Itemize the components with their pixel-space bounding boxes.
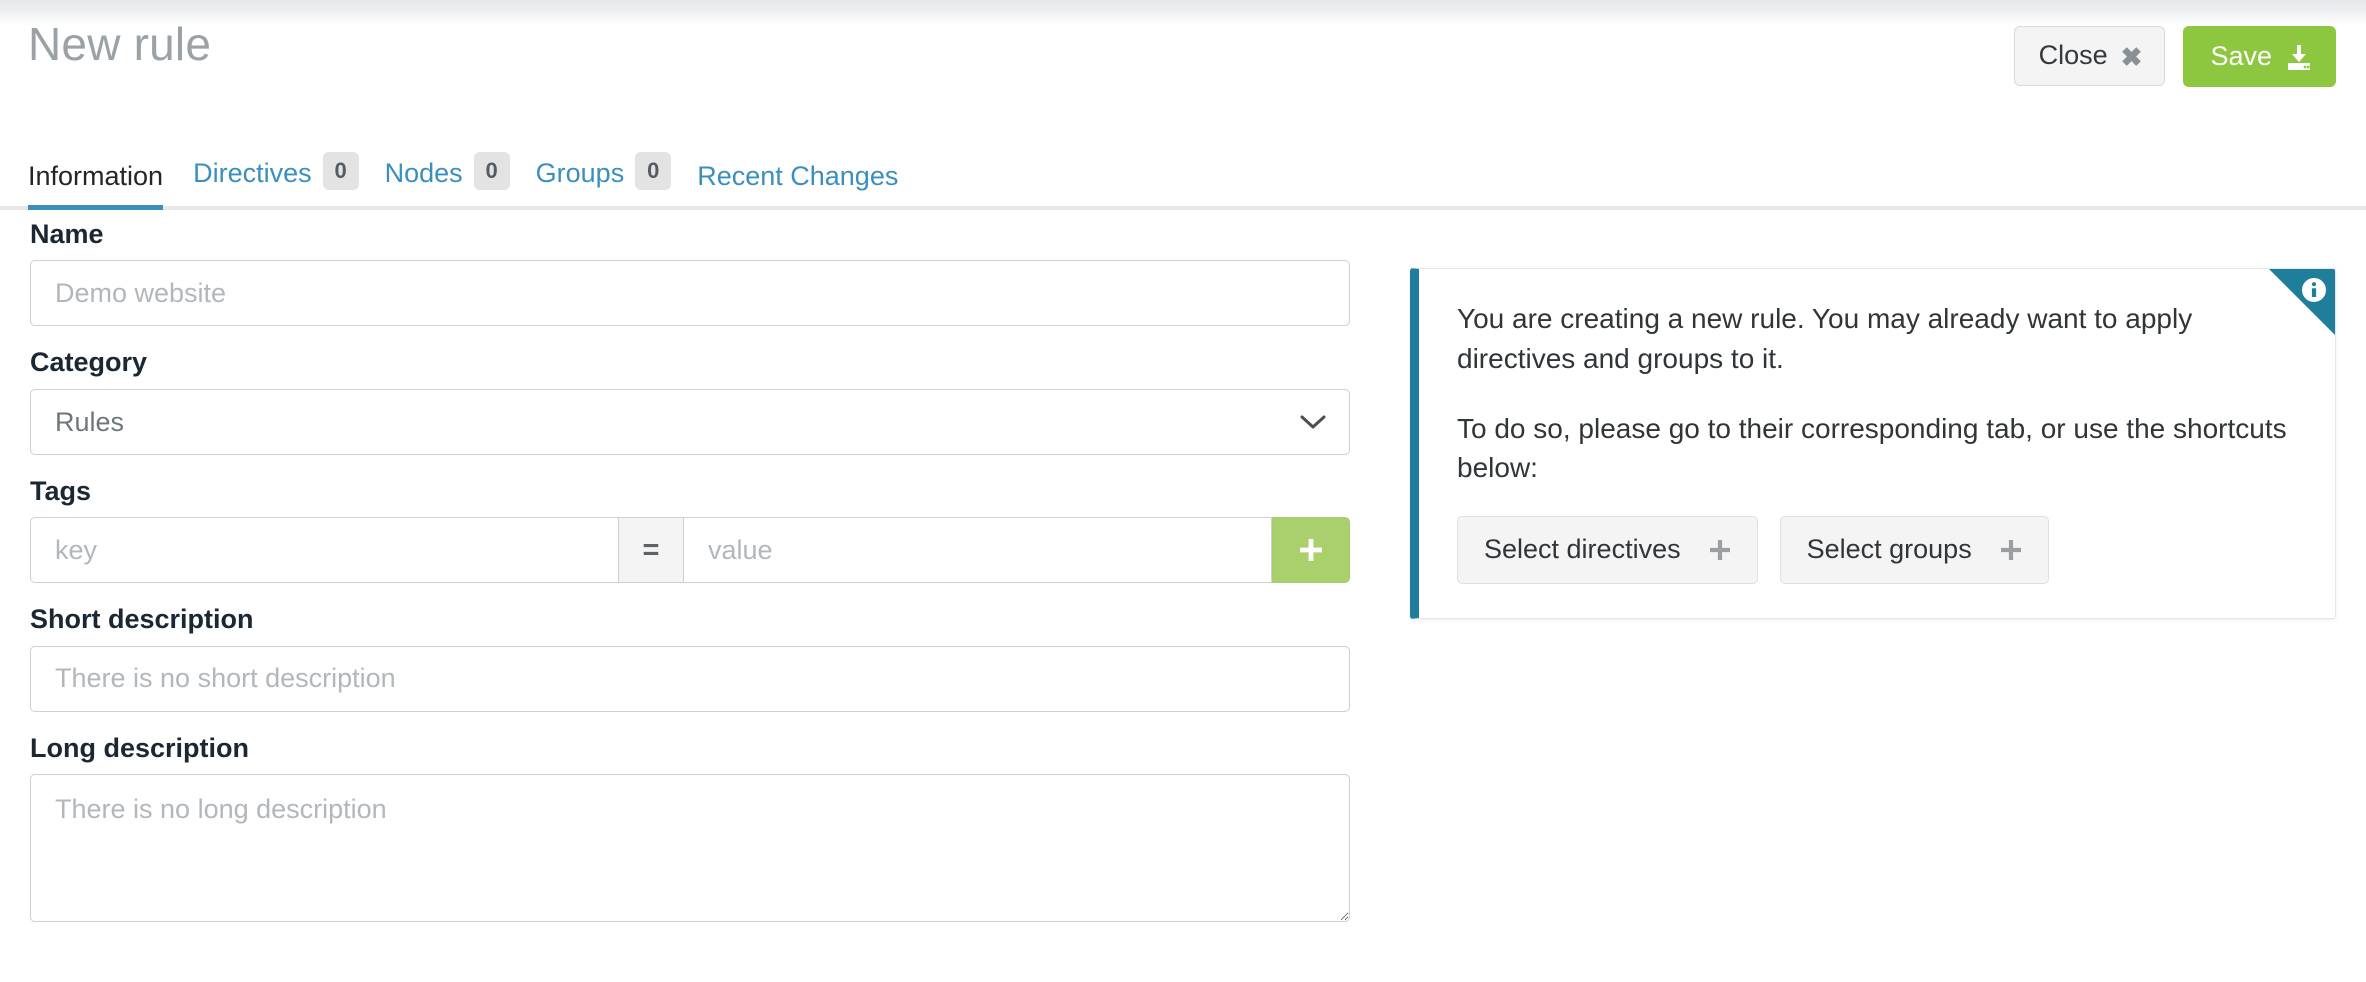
tab-information-label: Information — [28, 161, 163, 192]
tab-recent-changes[interactable]: Recent Changes — [697, 161, 924, 210]
plus-icon — [1707, 537, 1733, 563]
tag-key-input[interactable] — [30, 517, 618, 583]
close-x-icon: ✖ — [2121, 44, 2143, 70]
callout-shortcut-row: Select directives Select groups — [1457, 516, 2295, 584]
tab-nodes-label: Nodes — [385, 158, 463, 189]
callout-paragraph-2: To do so, please go to their correspondi… — [1457, 409, 2295, 489]
close-button-label: Close — [2039, 42, 2108, 69]
select-directives-label: Select directives — [1484, 534, 1681, 565]
callout-paragraph-1: You are creating a new rule. You may alr… — [1457, 299, 2295, 379]
select-directives-button[interactable]: Select directives — [1457, 516, 1758, 584]
tab-recent-changes-label: Recent Changes — [697, 161, 898, 192]
tags-label: Tags — [30, 475, 1350, 507]
info-callout-column: You are creating a new rule. You may alr… — [1410, 268, 2336, 619]
tab-groups[interactable]: Groups 0 — [536, 154, 698, 210]
tab-nodes-badge: 0 — [474, 152, 510, 190]
page-content: Name Category Rules Tags = — [0, 218, 2366, 982]
tags-input-group: = — [30, 517, 1350, 583]
tab-groups-badge: 0 — [635, 152, 671, 190]
select-groups-button[interactable]: Select groups — [1780, 516, 2049, 584]
tab-list: Information Directives 0 Nodes 0 Groups … — [28, 142, 924, 210]
new-rule-page: New rule Close ✖ Save — [0, 0, 2366, 982]
add-tag-button[interactable] — [1272, 517, 1350, 583]
name-input[interactable] — [30, 260, 1350, 326]
tab-information[interactable]: Information — [28, 161, 193, 210]
category-select-wrapper: Rules — [30, 389, 1350, 455]
long-description-label: Long description — [30, 732, 1350, 764]
page-title: New rule — [28, 16, 211, 74]
short-description-label: Short description — [30, 603, 1350, 635]
category-select[interactable]: Rules — [30, 389, 1350, 455]
tab-directives-badge: 0 — [323, 152, 359, 190]
info-callout: You are creating a new rule. You may alr… — [1410, 268, 2336, 619]
tab-directives[interactable]: Directives 0 — [193, 154, 385, 210]
save-button[interactable]: Save — [2183, 26, 2336, 87]
tag-equals-separator: = — [618, 517, 684, 583]
close-button[interactable]: Close ✖ — [2014, 26, 2166, 86]
tab-directives-label: Directives — [193, 158, 312, 189]
name-label: Name — [30, 218, 1350, 250]
long-description-textarea[interactable] — [30, 774, 1350, 922]
short-description-input[interactable] — [30, 646, 1350, 712]
page-header: New rule Close ✖ Save — [0, 0, 2366, 130]
save-button-label: Save — [2210, 43, 2272, 70]
category-label: Category — [30, 346, 1350, 378]
header-actions: Close ✖ Save — [2014, 26, 2336, 87]
rule-information-form: Name Category Rules Tags = — [30, 218, 1350, 927]
tag-value-input[interactable] — [684, 517, 1272, 583]
plus-icon — [1296, 535, 1326, 565]
select-groups-label: Select groups — [1807, 534, 1972, 565]
plus-icon — [1998, 537, 2024, 563]
save-disk-icon — [2285, 44, 2313, 72]
tab-bar: Information Directives 0 Nodes 0 Groups … — [0, 142, 2366, 210]
tab-nodes[interactable]: Nodes 0 — [385, 154, 536, 210]
tab-groups-label: Groups — [536, 158, 625, 189]
info-circle-icon — [2301, 277, 2327, 303]
